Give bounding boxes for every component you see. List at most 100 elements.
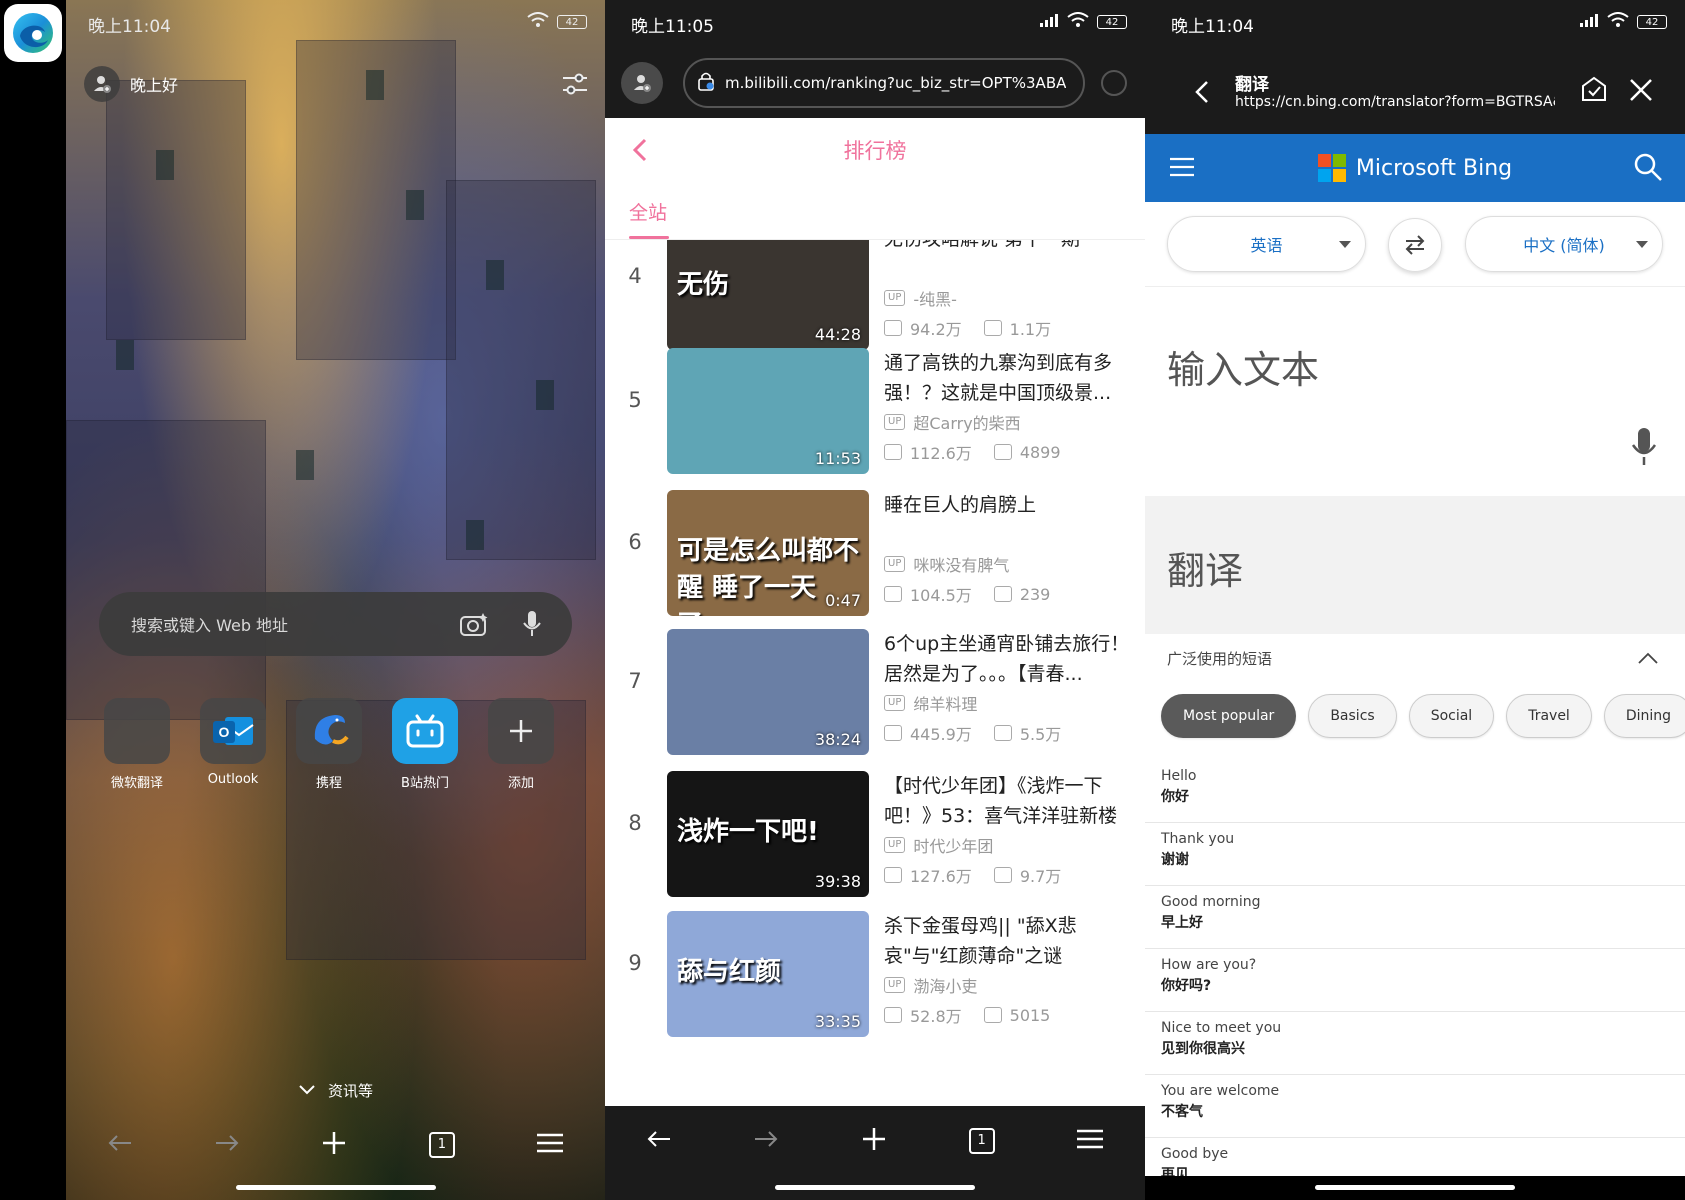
- video-list-item[interactable]: 5 11:53 通了高铁的九寨沟到底有多强！？这就是中国顶级景... UP 超Carry…: [605, 348, 1145, 476]
- chevron-down-icon[interactable]: [298, 1082, 316, 1100]
- common-phrases-header[interactable]: 广泛使用的短语: [1167, 648, 1663, 678]
- video-title[interactable]: 通了高铁的九寨沟到底有多强！？这就是中国顶级景...: [884, 348, 1132, 408]
- window-decor: [116, 340, 134, 370]
- video-list-item[interactable]: 4 无伤 44:28 无伤攻略解说 第十一期 UP -纯黑- 94.2万 1.1万: [605, 240, 1145, 352]
- url-text[interactable]: m.bilibili.com/ranking?uc_biz_str=OPT%3A…: [725, 74, 1066, 92]
- quick-links: 微软翻译 O Outlook 携程 B站热门 添加: [104, 698, 554, 791]
- video-title[interactable]: 6个up主坐通宵卧铺去旅行！居然是为了。。。【青春...: [884, 629, 1132, 689]
- target-language-select[interactable]: 中文 (简体): [1465, 216, 1663, 272]
- outlook-icon[interactable]: O: [200, 698, 266, 764]
- quick-link-bilibili[interactable]: B站热门: [392, 698, 458, 791]
- back-arrow-icon[interactable]: [107, 1133, 133, 1157]
- video-list-item[interactable]: 8 浅炸一下吧! 39:38 【时代少年团】《浅炸一下吧！》53：喜气洋洋驻新楼 UP 时…: [605, 771, 1145, 899]
- reload-icon[interactable]: [1101, 70, 1127, 96]
- news-feed-toggle[interactable]: 资讯等: [66, 1080, 605, 1101]
- search-icon[interactable]: [1633, 152, 1663, 182]
- menu-hamburger-icon[interactable]: [1169, 156, 1195, 178]
- site-lock-icon[interactable]: [697, 71, 715, 95]
- ctrip-dolphin-icon[interactable]: [296, 698, 362, 764]
- new-tab-plus-icon[interactable]: [861, 1126, 887, 1156]
- page-settings-icon[interactable]: [559, 68, 591, 100]
- uploader-row[interactable]: UP 咪咪没有脾气: [884, 552, 1009, 576]
- forward-arrow-icon[interactable]: [753, 1129, 779, 1153]
- open-in-browser-icon[interactable]: [1579, 74, 1609, 104]
- new-tab-plus-icon[interactable]: [321, 1130, 347, 1160]
- edge-app-icon[interactable]: [4, 4, 62, 62]
- video-thumbnail[interactable]: 可是怎么叫都不醒 睡了一天了……0:47: [667, 490, 869, 616]
- address-bar[interactable]: m.bilibili.com/ranking?uc_biz_str=OPT%3A…: [683, 58, 1085, 108]
- video-stats: 52.8万 5015: [884, 1003, 1050, 1027]
- home-indicator[interactable]: [775, 1185, 975, 1190]
- phrase-item[interactable]: Thank you 谢谢: [1145, 823, 1685, 886]
- profile-greeting[interactable]: 晚上好: [84, 66, 178, 102]
- back-arrow-icon[interactable]: [646, 1129, 672, 1153]
- forward-arrow-icon[interactable]: [214, 1133, 240, 1157]
- phrase-category-chip[interactable]: Basics: [1308, 694, 1397, 738]
- home-indicator[interactable]: [236, 1185, 436, 1190]
- quick-link-add[interactable]: 添加: [488, 698, 554, 791]
- phrase-item[interactable]: Nice to meet you 见到你很高兴: [1145, 1012, 1685, 1075]
- tabs-count-icon[interactable]: 1: [428, 1132, 455, 1158]
- source-text-input[interactable]: 输入文本: [1145, 286, 1685, 496]
- uploader-name: 绵羊料理: [913, 695, 978, 714]
- back-chevron-icon[interactable]: [627, 136, 655, 164]
- search-bar[interactable]: 搜索或键入 Web 地址: [99, 592, 572, 656]
- plus-icon[interactable]: [488, 698, 554, 764]
- bilibili-icon[interactable]: [392, 698, 458, 764]
- home-indicator[interactable]: [1315, 1185, 1515, 1190]
- video-list-item[interactable]: 7 38:24 6个up主坐通宵卧铺去旅行！居然是为了。。。【青春... UP 绵羊料理…: [605, 629, 1145, 757]
- chevron-up-icon[interactable]: [1637, 650, 1659, 664]
- video-list-item[interactable]: 9 舔与红颜 33:35 杀下金蛋母鸡|| "舔X悲哀"与"红颜薄命"之谜 UP 渤海小吏…: [605, 911, 1145, 1039]
- phrase-category-chip[interactable]: Travel: [1506, 694, 1592, 738]
- phrase-category-chip[interactable]: Dining: [1603, 694, 1685, 738]
- uploader-row[interactable]: UP 超Carry的柴西: [884, 410, 1021, 434]
- uploader-row[interactable]: UP 渤海小吏: [884, 973, 977, 997]
- tab-all-site[interactable]: 全站: [629, 198, 667, 225]
- quick-link-ctrip[interactable]: 携程: [296, 698, 362, 791]
- tab-url[interactable]: https://cn.bing.com/translator?form=BGTR…: [1235, 94, 1555, 110]
- phrase-item[interactable]: Hello 你好: [1145, 760, 1685, 823]
- video-title[interactable]: 【时代少年团】《浅炸一下吧！》53：喜气洋洋驻新楼: [884, 771, 1132, 831]
- source-language-select[interactable]: 英语: [1167, 216, 1366, 272]
- video-thumbnail[interactable]: 浅炸一下吧! 39:38: [667, 771, 869, 897]
- menu-hamburger-icon[interactable]: [1076, 1128, 1104, 1154]
- close-icon[interactable]: [1627, 76, 1655, 104]
- video-title[interactable]: 无伤攻略解说 第十一期: [884, 240, 1132, 254]
- status-icons: 42: [1039, 12, 1127, 32]
- video-thumbnail[interactable]: 11:53: [667, 348, 869, 474]
- microsoft-bing-logo[interactable]: Microsoft Bing: [1317, 154, 1512, 182]
- menu-hamburger-icon[interactable]: [536, 1132, 564, 1158]
- video-thumbnail[interactable]: 38:24: [667, 629, 869, 755]
- quick-link-translator[interactable]: 微软翻译: [104, 698, 170, 791]
- phrase-category-chip[interactable]: Most popular: [1161, 694, 1297, 738]
- input-placeholder[interactable]: 输入文本: [1167, 339, 1319, 394]
- video-title[interactable]: 睡在巨人的肩膀上: [884, 490, 1132, 520]
- video-thumbnail[interactable]: 无伤 44:28: [667, 240, 869, 350]
- microphone-icon[interactable]: [1631, 427, 1657, 467]
- uploader-row[interactable]: UP 时代少年团: [884, 833, 993, 857]
- quick-link-outlook[interactable]: O Outlook: [200, 698, 266, 791]
- phrase-category-chip[interactable]: Social: [1408, 694, 1495, 738]
- search-placeholder[interactable]: 搜索或键入 Web 地址: [131, 612, 436, 636]
- video-thumbnail[interactable]: 舔与红颜 33:35: [667, 911, 869, 1037]
- swap-languages-button[interactable]: [1388, 218, 1442, 272]
- tabs-count-icon[interactable]: 1: [968, 1128, 995, 1154]
- phrase-item[interactable]: Good morning 早上好: [1145, 886, 1685, 949]
- video-list-item[interactable]: 6 可是怎么叫都不醒 睡了一天了……0:47 睡在巨人的肩膀上 UP 咪咪没有脾气 104…: [605, 490, 1145, 618]
- back-chevron-icon[interactable]: [1189, 78, 1217, 106]
- profile-avatar-icon[interactable]: [84, 66, 120, 102]
- play-count-icon: [884, 320, 902, 336]
- voice-search-mic-icon[interactable]: [512, 604, 552, 644]
- rank-number: 6: [628, 530, 642, 554]
- window-decor: [156, 150, 174, 180]
- video-stats: 94.2万 1.1万: [884, 316, 1051, 340]
- phrase-item[interactable]: You are welcome 不客气: [1145, 1075, 1685, 1138]
- video-title[interactable]: 杀下金蛋母鸡|| "舔X悲哀"与"红颜薄命"之谜: [884, 911, 1132, 971]
- uploader-row[interactable]: UP 绵羊料理: [884, 691, 977, 715]
- profile-avatar-icon[interactable]: [621, 62, 663, 104]
- tab-title: 翻译: [1235, 75, 1269, 95]
- visual-search-camera-icon[interactable]: [454, 604, 494, 644]
- blank-tile-icon[interactable]: [104, 698, 170, 764]
- phrase-item[interactable]: How are you? 你好吗?: [1145, 949, 1685, 1012]
- uploader-row[interactable]: UP -纯黑-: [884, 286, 957, 310]
